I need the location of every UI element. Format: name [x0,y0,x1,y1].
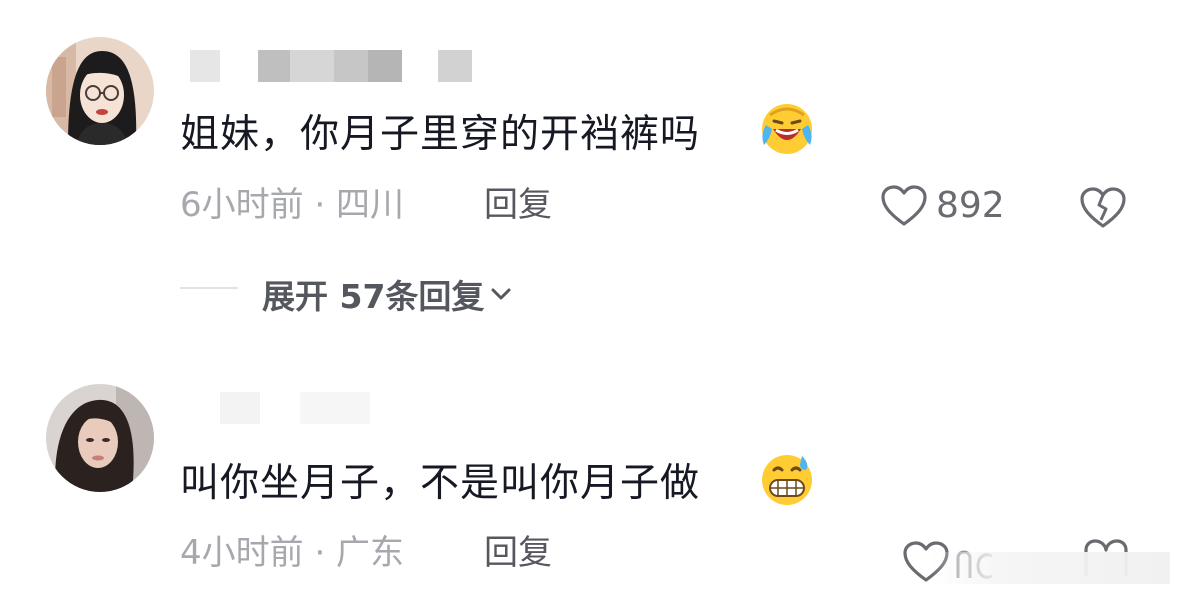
avatar[interactable] [46,384,154,492]
reply-button[interactable]: 回复 [484,536,552,570]
username-redacted[interactable] [180,50,480,82]
expand-replies-label: 展开 57条回复 [262,277,485,316]
avatar[interactable] [46,37,154,145]
avatar-photo [46,384,154,492]
comment-text: 姐妹，你月子里穿的开裆裤吗 [180,112,701,157]
heart-icon [881,185,927,226]
tears-of-joy-emoji [762,104,812,154]
watermark-overlay [930,552,1170,584]
comment-meta: 4小时前 · 广东 [180,533,405,573]
comment-meta: 6小时前 · 四川 [180,185,405,225]
broken-heart-icon[interactable] [1078,184,1128,230]
chevron-down-icon [491,288,511,300]
expand-replies-button[interactable]: 展开 57条回复 [262,270,512,318]
grimacing-sweat-emoji [762,455,812,505]
like-count: 892 [936,185,1005,226]
expand-divider [180,287,238,289]
like-button[interactable]: 892 [880,184,1005,228]
comment-text: 叫你坐月子，不是叫你月子做 [180,461,701,506]
reply-button[interactable]: 回复 [484,188,552,222]
avatar-illustration [46,37,154,145]
username-redacted[interactable] [200,392,380,424]
